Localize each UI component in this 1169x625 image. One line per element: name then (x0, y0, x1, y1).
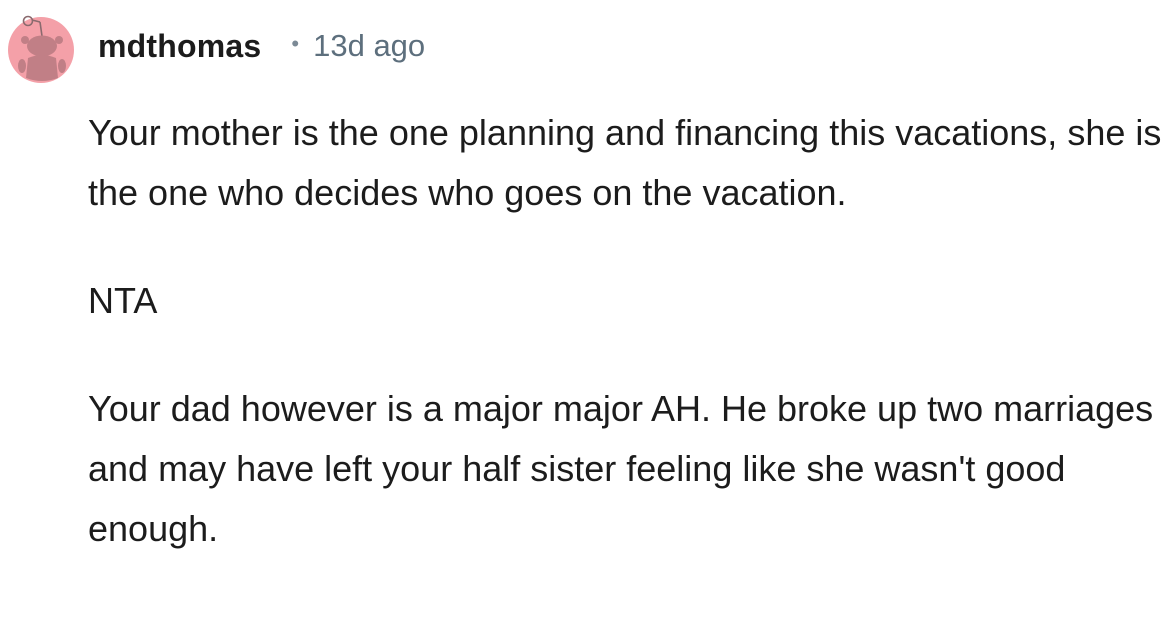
comment-body: Your mother is the one planning and fina… (88, 103, 1163, 559)
separator-dot: • (291, 31, 300, 56)
comment: mdthomas • 13d ago Your mother is the on… (0, 0, 1169, 625)
comment-paragraph: Your dad however is a major major AH. He… (88, 388, 1154, 549)
comment-paragraph: Your mother is the one planning and fina… (88, 112, 1162, 213)
author-username[interactable]: mdthomas (98, 28, 261, 65)
comment-header: mdthomas • 13d ago (98, 24, 425, 68)
reddit-snoo-avatar-icon[interactable] (2, 12, 80, 84)
comment-paragraph: NTA (88, 280, 158, 321)
comment-timestamp[interactable]: 13d ago (313, 28, 425, 64)
